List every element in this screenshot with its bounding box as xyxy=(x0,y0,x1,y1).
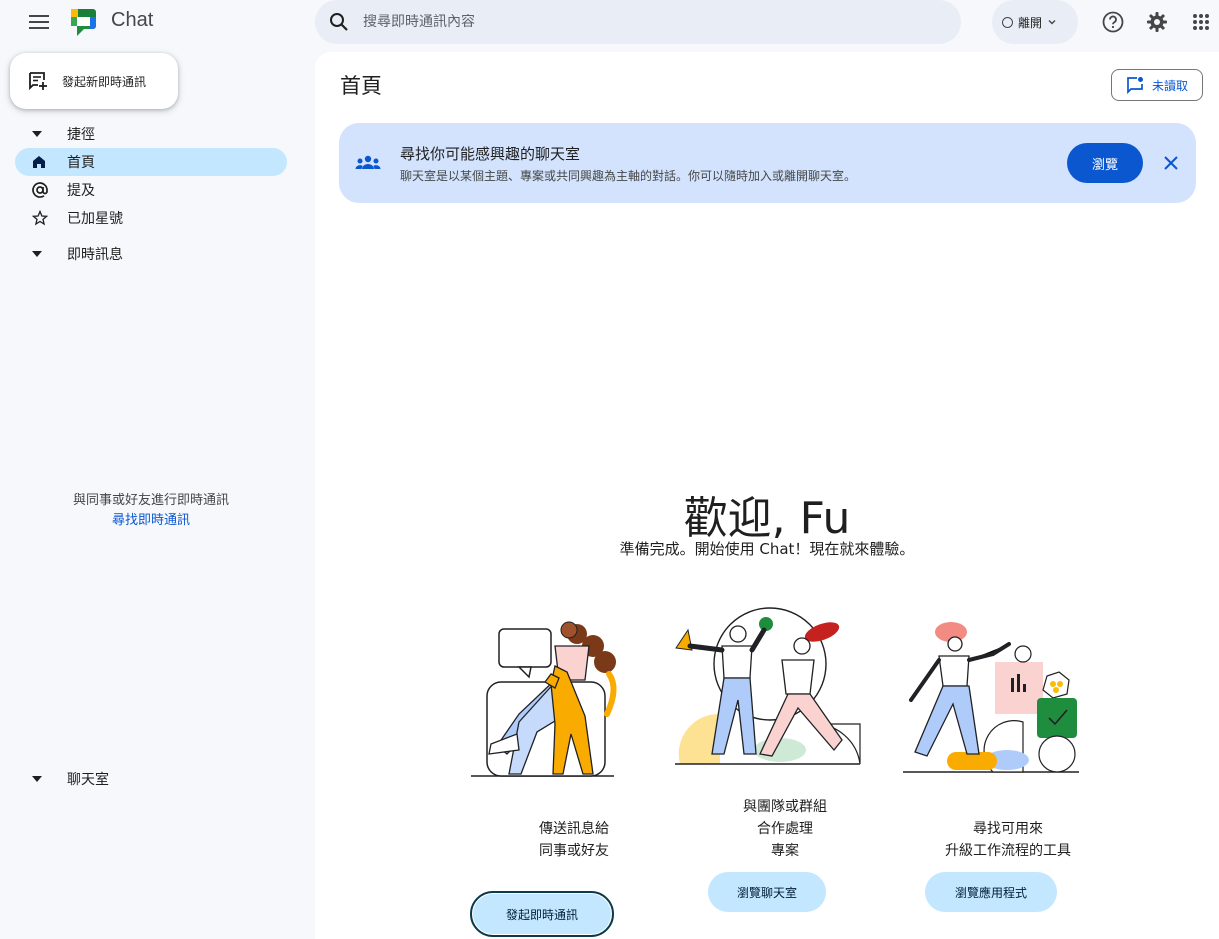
spaces-suggestion-banner: 尋找你可能感興趣的聊天室 聊天室是以某個主題、專案或共同興趣為主軸的對話。你可以… xyxy=(339,123,1196,203)
empty-state-text: 與同事或好友進行即時通訊 xyxy=(72,493,229,508)
star-icon xyxy=(32,210,48,226)
unread-filter-button[interactable]: 未讀取 xyxy=(1111,69,1203,101)
caret-down-icon xyxy=(32,131,42,137)
unread-label: 未讀取 xyxy=(1151,78,1188,93)
status-label: 離開 xyxy=(1018,15,1043,30)
sidebar-item-home[interactable]: 首頁 xyxy=(15,148,287,176)
chevron-down-icon xyxy=(1048,20,1056,25)
sidebar-item-shortcuts[interactable]: 捷徑 xyxy=(15,120,287,148)
gear-icon xyxy=(1147,12,1167,32)
unread-chat-icon xyxy=(1127,77,1143,94)
banner-description: 聊天室是以某個主題、專案或共同興趣為主軸的對話。你可以隨時加入或離開聊天室。 xyxy=(400,169,857,183)
sidebar-item-direct-messages[interactable]: 即時訊息 xyxy=(15,240,287,268)
sidebar-item-label: 首頁 xyxy=(67,155,95,171)
close-icon xyxy=(1164,156,1178,170)
team-collaboration-illustration xyxy=(675,607,861,765)
app-title: Chat xyxy=(111,9,154,31)
new-chat-label: 發起新即時通訊 xyxy=(62,74,147,89)
browse-spaces-card-label: 與團隊或群組 合作處理 專案 xyxy=(743,799,827,859)
find-chat-link[interactable]: 尋找即時通訊 xyxy=(0,511,302,531)
help-button[interactable] xyxy=(1094,3,1132,41)
browse-spaces-button[interactable]: 瀏覽 xyxy=(1067,143,1143,183)
new-chat-button[interactable]: 發起新即時通訊 xyxy=(10,53,178,109)
sidebar-item-label: 提及 xyxy=(67,183,95,199)
search-icon[interactable] xyxy=(315,0,363,44)
sidebar-item-label: 捷徑 xyxy=(67,127,95,143)
sidebar-item-label: 已加星號 xyxy=(67,211,123,227)
main-menu-button[interactable] xyxy=(22,5,56,39)
person-with-dog-illustration xyxy=(471,621,617,777)
apps-grid-icon xyxy=(1193,14,1209,30)
status-away-icon xyxy=(1002,16,1013,28)
welcome-title: 歡迎, Fu xyxy=(683,493,851,544)
hamburger-menu-icon xyxy=(29,15,49,29)
status-selector[interactable]: 離開 xyxy=(992,0,1078,44)
welcome-subtitle: 準備完成。開始使用 Chat！現在就來體驗。 xyxy=(619,540,915,558)
sidebar: 發起新即時通訊 捷徑 首頁 提及 已加星號 即時訊息 與同事或好友進行即時通訊 … xyxy=(0,44,315,939)
people-icon xyxy=(355,155,381,169)
browse-spaces-card-button[interactable]: 瀏覽聊天室 xyxy=(708,872,826,912)
sidebar-item-spaces[interactable]: 聊天室 xyxy=(15,765,287,793)
main-panel: 首頁 未讀取 尋找你可能感興趣的聊天室 聊天室是以某個主題、專案或共同興趣為主軸… xyxy=(315,52,1219,939)
sidebar-item-label: 聊天室 xyxy=(67,772,109,788)
browse-apps-card-label: 尋找可用來 升級工作流程的工具 xyxy=(945,821,1071,859)
start-chat-card: 傳送訊息給 同事或好友 發起即時通訊 xyxy=(459,604,689,937)
search-input[interactable] xyxy=(363,14,923,30)
banner-close-button[interactable] xyxy=(1153,145,1189,181)
apps-button[interactable] xyxy=(1182,3,1219,41)
home-icon xyxy=(33,156,45,168)
caret-down-icon xyxy=(32,251,42,257)
caret-down-icon xyxy=(32,776,42,782)
sidebar-item-mentions[interactable]: 提及 xyxy=(15,176,287,204)
sidebar-item-starred[interactable]: 已加星號 xyxy=(15,204,287,232)
browse-apps-card: 尋找可用來 升級工作流程的工具 瀏覽應用程式 xyxy=(893,604,1123,912)
sidebar-item-label: 即時訊息 xyxy=(67,247,123,263)
search-bar[interactable] xyxy=(315,0,961,44)
chat-logo-icon[interactable] xyxy=(68,5,102,39)
banner-title: 尋找你可能感興趣的聊天室 xyxy=(400,145,581,163)
start-chat-button[interactable]: 發起即時通訊 xyxy=(470,891,614,937)
help-icon xyxy=(1102,11,1124,33)
browse-spaces-card: 與團隊或群組 合作處理 專案 瀏覽聊天室 xyxy=(670,604,900,912)
start-chat-card-label: 傳送訊息給 同事或好友 xyxy=(539,821,609,859)
at-icon xyxy=(32,182,48,198)
browse-apps-button[interactable]: 瀏覽應用程式 xyxy=(925,872,1057,912)
direct-messages-empty-state: 與同事或好友進行即時通訊 尋找即時通訊 xyxy=(0,491,302,531)
top-bar: Chat 離開 xyxy=(0,0,1219,44)
new-chat-icon xyxy=(29,72,47,91)
workflow-tools-illustration xyxy=(903,622,1079,773)
settings-button[interactable] xyxy=(1138,3,1176,41)
page-title: 首頁 xyxy=(340,74,382,98)
